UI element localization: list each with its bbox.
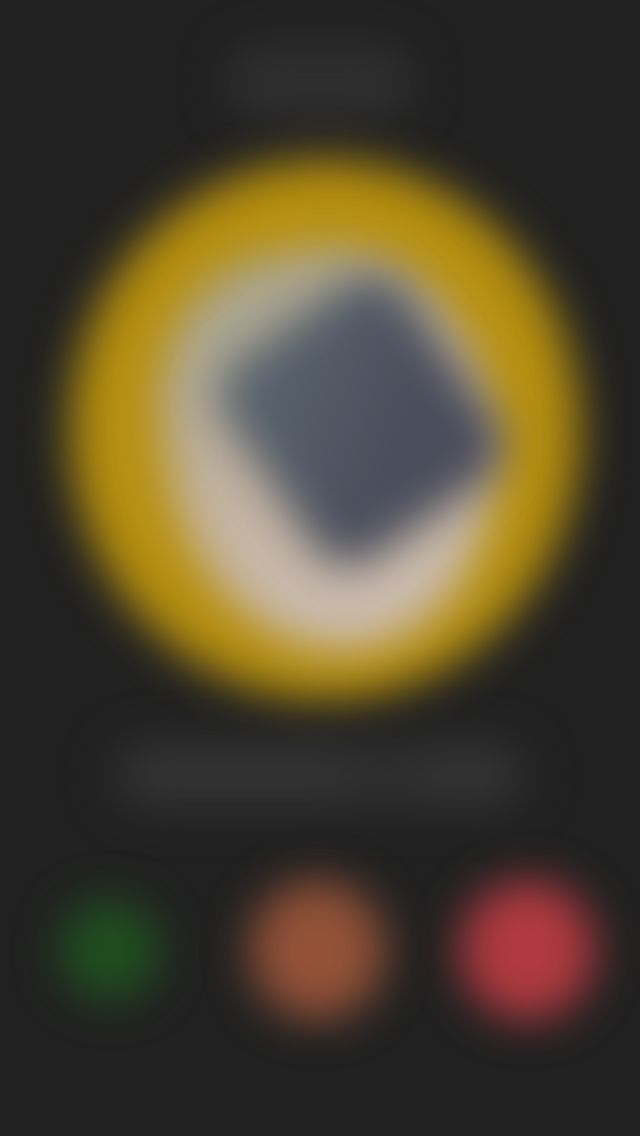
message-bar[interactable] [110,740,530,810]
decline-call-button[interactable] [460,880,595,1020]
incoming-call-screen [0,0,640,1136]
accept-call-button[interactable] [60,900,160,1000]
message-action[interactable] [420,758,510,792]
message-text [130,758,350,792]
caller-name-header [225,45,415,120]
mute-button[interactable] [250,880,385,1020]
